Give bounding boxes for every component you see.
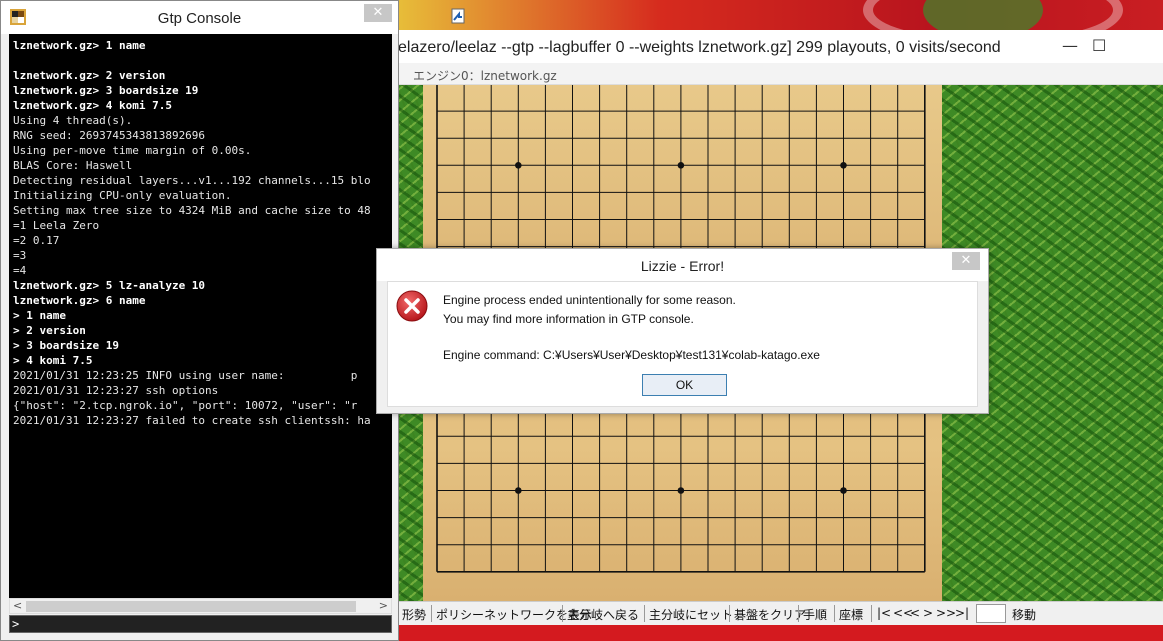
scroll-left-icon[interactable]: < (13, 599, 22, 612)
gtp-console-output[interactable]: lznetwork.gz> 1 name lznetwork.gz> 2 vers… (9, 34, 392, 598)
engine-command-text: Engine command: C:¥Users¥User¥Desktop¥te… (443, 348, 820, 362)
toolbar-separator (431, 605, 432, 622)
move-button[interactable]: 移動 (1012, 606, 1036, 623)
star-point (840, 162, 847, 169)
maximize-icon[interactable]: ☐ (1092, 36, 1106, 55)
gtp-console-line: > 3 boardsize 19 (13, 339, 119, 352)
gtp-console-line: > 2 version (13, 324, 86, 337)
toolbar-button[interactable]: 主分岐へ戻る (567, 606, 639, 623)
minimize-icon[interactable]: — (1062, 36, 1078, 55)
toolbar-separator (644, 605, 645, 622)
gtp-console-window: Gtp Console ✕ lznetwork.gz> 1 name lznetw… (0, 0, 399, 641)
gtp-console-line: =4 (13, 264, 27, 277)
nav-button[interactable]: >| (955, 606, 969, 620)
close-icon[interactable]: ✕ (952, 252, 980, 270)
lizzie-window-title: elazero/leelaz --gtp --lagbuffer 0 --wei… (398, 39, 1001, 56)
gtp-console-line: lznetwork.gz> 5 lz-analyze 10 (13, 279, 206, 292)
gtp-console-line: 2021/01/31 12:23:25 INFO using user name… (13, 369, 358, 382)
scrollbar-thumb[interactable] (26, 601, 356, 612)
error-dialog-titlebar[interactable]: Lizzie - Error! ✕ (377, 249, 988, 281)
gtp-console-line: Setting max tree size to 4324 MiB and ca… (13, 204, 371, 217)
desktop-shortcut-icon[interactable] (451, 8, 465, 24)
toolbar-button[interactable]: 形勢 (402, 606, 426, 623)
scroll-right-icon[interactable]: > (379, 599, 388, 612)
gtp-console-line: Initializing CPU-only evaluation. (13, 189, 232, 202)
gtp-console-line: {"host": "2.tcp.ngrok.io", "port": 10072… (13, 399, 358, 412)
gtp-console-line: BLAS Core: Haswell (13, 159, 133, 172)
close-icon[interactable]: ✕ (364, 4, 392, 22)
gtp-console-line: Detecting residual layers...v1...192 cha… (13, 174, 371, 187)
error-icon (396, 290, 428, 322)
ok-button[interactable]: OK (642, 374, 727, 396)
gtp-console-line: lznetwork.gz> 4 komi 7.5 (13, 99, 172, 112)
nav-button[interactable]: |< (877, 606, 891, 620)
star-point (515, 487, 522, 494)
gtp-console-line: lznetwork.gz> 6 name (13, 294, 146, 307)
star-point (515, 162, 522, 169)
toolbar-separator (871, 605, 872, 622)
nav-button[interactable]: < (910, 606, 920, 620)
toolbar-separator (562, 605, 563, 622)
gtp-console-line: Using 4 thread(s). (13, 114, 133, 127)
star-point (677, 487, 685, 494)
toolbar-button[interactable]: 手順 (803, 606, 827, 623)
gtp-console-line: =1 Leela Zero (13, 219, 100, 232)
error-dialog-body: Engine process ended unintentionally for… (387, 281, 978, 407)
error-dialog-title: Lizzie - Error! (640, 258, 725, 274)
gtp-console-line: 2021/01/31 12:23:27 failed to create ssh… (13, 414, 371, 427)
gtp-console-line (13, 53, 371, 68)
gtp-console-line: =2 0.17 (13, 234, 60, 247)
gtp-console-titlebar[interactable]: Gtp Console ✕ (1, 1, 398, 34)
nav-button[interactable]: >> (936, 606, 956, 620)
engine-tab-label[interactable]: エンジン0：lznetwork.gz (413, 67, 557, 84)
toolbar-button[interactable]: 碁盤をクリア (734, 606, 806, 623)
gtp-horizontal-scrollbar[interactable]: < > (9, 598, 392, 614)
gtp-command-input[interactable]: > (9, 615, 392, 633)
error-dialog: Lizzie - Error! ✕ Engine process ended u… (376, 248, 989, 414)
toolbar-separator (834, 605, 835, 622)
gtp-console-line: > 4 komi 7.5 (13, 354, 93, 367)
lizzie-titlebar[interactable]: elazero/leelaz --gtp --lagbuffer 0 --wei… (390, 30, 1163, 63)
gtp-console-line: =3 (13, 249, 27, 262)
toolbar-separator (729, 605, 730, 622)
gtp-console-line: RNG seed: 2693745343813892696 (13, 129, 206, 142)
move-number-input[interactable] (976, 604, 1006, 623)
gtp-console-line: 2021/01/31 12:23:27 ssh options (13, 384, 219, 397)
gtp-console-lines: lznetwork.gz> 1 name lznetwork.gz> 2 vers… (13, 38, 371, 428)
gtp-console-line: lznetwork.gz> 3 boardsize 19 (13, 84, 199, 97)
engine-command-field-blank (853, 347, 973, 364)
desktop-taskbar-strip (390, 625, 1163, 641)
gtp-console-line: lznetwork.gz> 1 name (13, 39, 146, 52)
toolbar-separator (798, 605, 799, 622)
gtp-console-line: Using per-move time margin of 0.00s. (13, 144, 252, 157)
nav-button[interactable]: > (923, 606, 933, 620)
toolbar-button[interactable]: 座標 (839, 606, 863, 623)
gtp-console-title: Gtp Console (157, 10, 242, 27)
star-point (840, 487, 847, 494)
gtp-console-line: > 1 name (13, 309, 66, 322)
lizzie-toolbar: 形勢 ポリシーネットワークを表示 主分岐へ戻る 主分岐にセット 碁盤をクリア 手順 座標 |<… (390, 601, 1163, 625)
error-message-line1: Engine process ended unintentionally for… (443, 293, 736, 307)
star-point (677, 162, 685, 169)
toolbar-button[interactable]: 主分岐にセット (649, 606, 733, 623)
gtp-console-line: lznetwork.gz> 2 version (13, 69, 166, 82)
error-message-line2: You may find more information in GTP con… (443, 312, 694, 326)
